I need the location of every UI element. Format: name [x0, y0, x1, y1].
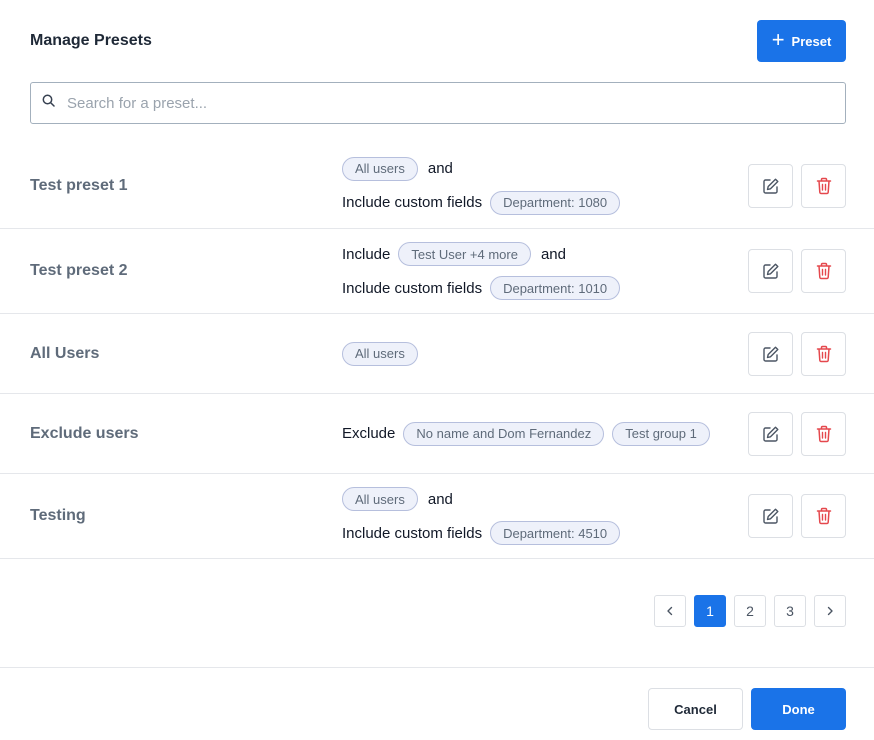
page-button[interactable]: 3	[774, 595, 806, 627]
filter-chip: Test group 1	[612, 421, 710, 446]
pencil-icon	[762, 262, 780, 280]
preset-name: Test preset 2	[30, 262, 128, 279]
add-preset-button[interactable]: + Preset	[757, 20, 846, 62]
summary-line: All users and	[342, 487, 620, 511]
summary-line: Include custom fields Department: 1010	[342, 276, 621, 300]
footer-divider	[0, 667, 874, 668]
chevron-right-icon	[826, 606, 834, 616]
search-box	[30, 82, 846, 124]
row-actions	[748, 163, 846, 208]
filter-chip: All users	[342, 487, 418, 511]
preset-summary: All users and Include custom fields Departm…	[342, 156, 621, 215]
summary-prefix: Exclude	[342, 425, 396, 442]
done-button[interactable]: Done	[751, 688, 846, 730]
row-actions	[748, 249, 846, 293]
filter-chip: All users	[342, 341, 418, 366]
trash-icon	[816, 425, 832, 443]
summary-prefix: Include	[342, 245, 391, 263]
preset-name: Exclude users	[30, 424, 139, 442]
chevron-left-icon	[666, 606, 674, 616]
row-actions	[748, 411, 846, 456]
delete-preset-button[interactable]	[801, 331, 846, 376]
summary-line: All users	[342, 341, 418, 366]
delete-preset-button[interactable]	[801, 494, 846, 538]
search-input[interactable]	[65, 83, 845, 123]
preset-summary: All users and Include custom fields Departm…	[342, 487, 621, 545]
summary-conjunction: and	[540, 245, 566, 263]
plus-icon: +	[771, 27, 785, 52]
trash-icon	[816, 177, 832, 195]
preset-row: All Users All users	[0, 314, 874, 394]
trash-icon	[816, 262, 832, 280]
preset-row: Exclude users Exclude No name and Dom Fern…	[0, 394, 874, 474]
filter-chip: Test User +4 more	[398, 242, 531, 266]
filter-chip: Department: 4510	[490, 521, 621, 545]
pencil-icon	[762, 507, 780, 525]
summary-line: Include custom fields Department: 4510	[342, 521, 621, 545]
pencil-icon	[762, 177, 780, 195]
edit-preset-button[interactable]	[748, 331, 793, 376]
preset-row: Test preset 1 All users and Include custom …	[0, 143, 874, 229]
filter-chip: Department: 1080	[490, 190, 621, 215]
summary-prefix: Include custom fields	[342, 194, 483, 211]
pencil-icon	[762, 345, 780, 363]
summary-prefix: Include custom fields	[342, 279, 483, 297]
summary-line: Exclude No name and Dom Fernandez Test gro…	[342, 421, 710, 446]
preset-row: Test preset 2 Include Test User +4 more and…	[0, 229, 874, 314]
preset-list: Test preset 1 All users and Include custom …	[0, 143, 874, 559]
trash-icon	[816, 507, 832, 525]
modal-footer: Cancel Done	[648, 688, 846, 730]
preset-summary: All users	[342, 341, 418, 366]
summary-line: Include Test User +4 more and	[342, 242, 620, 266]
delete-preset-button[interactable]	[801, 249, 846, 293]
row-actions	[748, 494, 846, 538]
modal-header: Manage Presets + Preset	[30, 20, 846, 62]
add-preset-label: Preset	[791, 33, 832, 49]
preset-row: Testing All users and Include custom fields…	[0, 474, 874, 559]
summary-conjunction: and	[427, 490, 453, 508]
page-button[interactable]: 2	[734, 595, 766, 627]
edit-preset-button[interactable]	[748, 411, 793, 456]
edit-preset-button[interactable]	[748, 163, 793, 208]
preset-summary: Exclude No name and Dom Fernandez Test gro…	[342, 421, 710, 446]
filter-chip: Department: 1010	[490, 276, 621, 300]
filter-chip: No name and Dom Fernandez	[403, 421, 605, 446]
preset-name: Test preset 1	[30, 176, 128, 194]
search-icon	[42, 94, 55, 112]
summary-conjunction: and	[427, 160, 453, 177]
pagination: 123	[654, 595, 846, 627]
preset-name: Testing	[30, 507, 86, 524]
trash-icon	[816, 345, 832, 363]
page-button[interactable]: 1	[694, 595, 726, 627]
edit-preset-button[interactable]	[748, 494, 793, 538]
summary-line: All users and	[342, 156, 620, 181]
delete-preset-button[interactable]	[801, 411, 846, 456]
preset-summary: Include Test User +4 more and Include custo…	[342, 242, 621, 300]
preset-name: All Users	[30, 344, 100, 362]
delete-preset-button[interactable]	[801, 163, 846, 208]
pencil-icon	[762, 425, 780, 443]
page-title: Manage Presets	[30, 32, 152, 49]
filter-chip: All users	[342, 156, 418, 181]
summary-line: Include custom fields Department: 1080	[342, 190, 621, 215]
edit-preset-button[interactable]	[748, 249, 793, 293]
summary-prefix: Include custom fields	[342, 524, 483, 542]
next-page-button[interactable]	[814, 595, 846, 627]
cancel-button[interactable]: Cancel	[648, 688, 743, 730]
row-actions	[748, 331, 846, 376]
prev-page-button[interactable]	[654, 595, 686, 627]
